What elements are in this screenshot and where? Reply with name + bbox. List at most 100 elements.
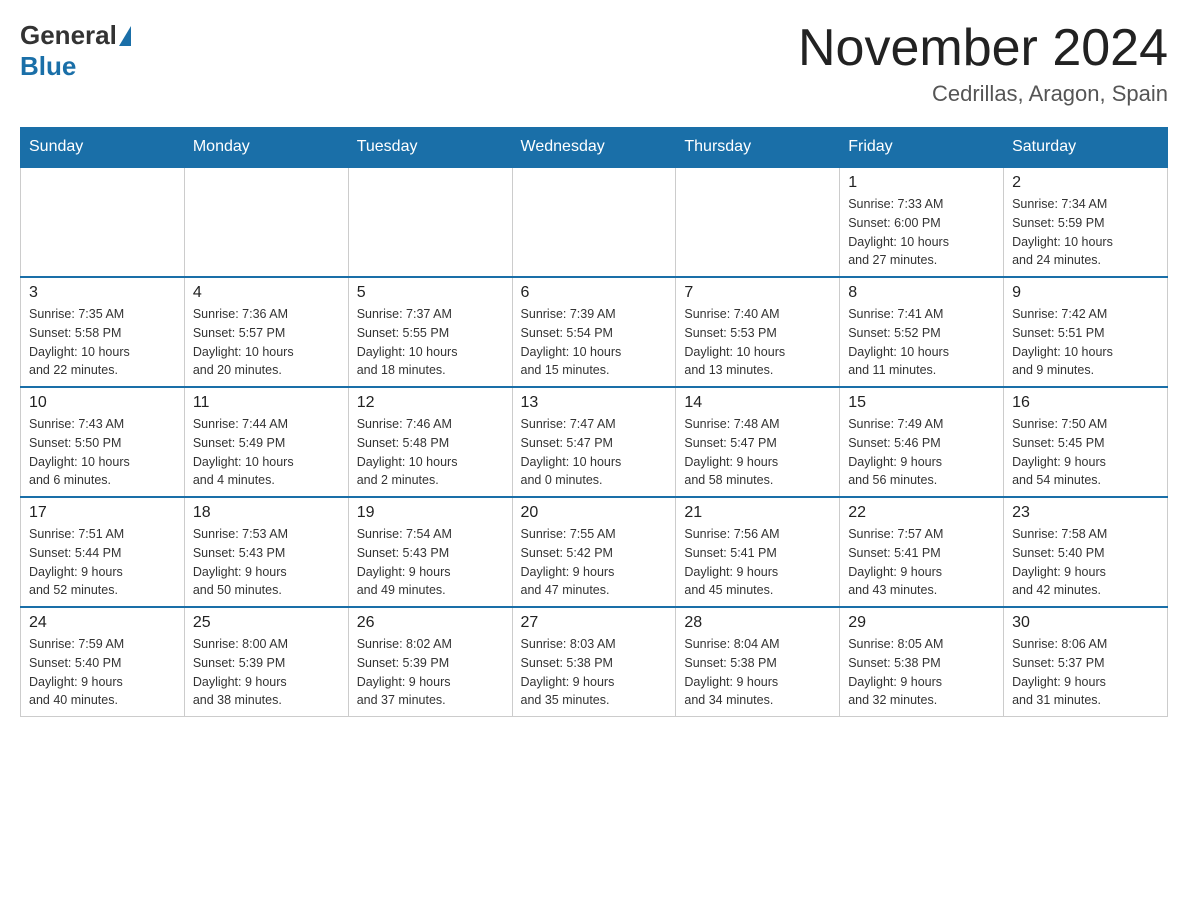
page-header: General Blue November 2024 Cedrillas, Ar… — [20, 20, 1168, 107]
calendar-cell — [184, 167, 348, 277]
weekday-header-tuesday: Tuesday — [348, 128, 512, 168]
calendar-cell: 24Sunrise: 7:59 AMSunset: 5:40 PMDayligh… — [21, 607, 185, 717]
day-number: 7 — [684, 284, 831, 302]
calendar-cell: 18 Sunrise: 7:53 AMSunset: 5:43 PMDayligh… — [184, 497, 348, 607]
calendar-week-row: 10Sunrise: 7:43 AMSunset: 5:50 PMDayligh… — [21, 387, 1168, 497]
day-number: 19 — [357, 504, 504, 522]
calendar-week-row: 24Sunrise: 7:59 AMSunset: 5:40 PMDayligh… — [21, 607, 1168, 717]
day-number: 25 — [193, 614, 340, 632]
day-info: Sunrise: 7:33 AMSunset: 6:00 PMDaylight:… — [848, 195, 995, 270]
weekday-header-monday: Monday — [184, 128, 348, 168]
weekday-header-wednesday: Wednesday — [512, 128, 676, 168]
day-info: Sunrise: 7:57 AMSunset: 5:41 PMDaylight:… — [848, 525, 995, 600]
day-info: Sunrise: 7:42 AMSunset: 5:51 PMDaylight:… — [1012, 305, 1159, 380]
day-info: Sunrise: 7:49 AMSunset: 5:46 PMDaylight:… — [848, 415, 995, 490]
calendar-cell: 28 Sunrise: 8:04 AMSunset: 5:38 PMDayligh… — [676, 607, 840, 717]
day-number: 14 — [684, 394, 831, 412]
day-info: Sunrise: 7:36 AMSunset: 5:57 PMDaylight:… — [193, 305, 340, 380]
day-info: Sunrise: 7:50 AMSunset: 5:45 PMDaylight:… — [1012, 415, 1159, 490]
calendar-cell: 23 Sunrise: 7:58 AMSunset: 5:40 PMDayligh… — [1004, 497, 1168, 607]
calendar-week-row: 17 Sunrise: 7:51 AMSunset: 5:44 PMDayligh… — [21, 497, 1168, 607]
location-text: Cedrillas, Aragon, Spain — [798, 81, 1168, 107]
calendar-cell: 4 Sunrise: 7:36 AMSunset: 5:57 PMDaylight… — [184, 277, 348, 387]
weekday-header-thursday: Thursday — [676, 128, 840, 168]
calendar-cell: 22 Sunrise: 7:57 AMSunset: 5:41 PMDayligh… — [840, 497, 1004, 607]
logo-triangle-icon — [119, 26, 131, 46]
day-number: 12 — [357, 394, 504, 412]
calendar-cell: 30Sunrise: 8:06 AMSunset: 5:37 PMDayligh… — [1004, 607, 1168, 717]
day-info: Sunrise: 8:06 AMSunset: 5:37 PMDaylight:… — [1012, 635, 1159, 710]
day-number: 3 — [29, 284, 176, 302]
calendar-cell: 25Sunrise: 8:00 AMSunset: 5:39 PMDayligh… — [184, 607, 348, 717]
calendar-cell: 1 Sunrise: 7:33 AMSunset: 6:00 PMDaylight… — [840, 167, 1004, 277]
calendar-cell: 11 Sunrise: 7:44 AMSunset: 5:49 PMDayligh… — [184, 387, 348, 497]
day-number: 27 — [521, 614, 668, 632]
day-info: Sunrise: 7:41 AMSunset: 5:52 PMDaylight:… — [848, 305, 995, 380]
day-number: 16 — [1012, 394, 1159, 412]
calendar-cell — [512, 167, 676, 277]
day-number: 1 — [848, 174, 995, 192]
day-info: Sunrise: 7:40 AMSunset: 5:53 PMDaylight:… — [684, 305, 831, 380]
day-info: Sunrise: 7:46 AMSunset: 5:48 PMDaylight:… — [357, 415, 504, 490]
day-info: Sunrise: 7:35 AMSunset: 5:58 PMDaylight:… — [29, 305, 176, 380]
calendar-table: SundayMondayTuesdayWednesdayThursdayFrid… — [20, 127, 1168, 717]
month-title: November 2024 — [798, 20, 1168, 77]
calendar-cell: 17 Sunrise: 7:51 AMSunset: 5:44 PMDayligh… — [21, 497, 185, 607]
day-info: Sunrise: 7:56 AMSunset: 5:41 PMDaylight:… — [684, 525, 831, 600]
day-number: 18 — [193, 504, 340, 522]
title-block: November 2024 Cedrillas, Aragon, Spain — [798, 20, 1168, 107]
day-number: 13 — [521, 394, 668, 412]
day-number: 22 — [848, 504, 995, 522]
calendar-cell: 3 Sunrise: 7:35 AMSunset: 5:58 PMDaylight… — [21, 277, 185, 387]
day-number: 24 — [29, 614, 176, 632]
weekday-header-row: SundayMondayTuesdayWednesdayThursdayFrid… — [21, 128, 1168, 168]
calendar-cell: 15Sunrise: 7:49 AMSunset: 5:46 PMDayligh… — [840, 387, 1004, 497]
logo-blue-text: Blue — [20, 51, 76, 82]
calendar-cell — [676, 167, 840, 277]
day-number: 17 — [29, 504, 176, 522]
day-number: 28 — [684, 614, 831, 632]
calendar-body: 1 Sunrise: 7:33 AMSunset: 6:00 PMDaylight… — [21, 167, 1168, 717]
calendar-cell: 13Sunrise: 7:47 AMSunset: 5:47 PMDayligh… — [512, 387, 676, 497]
calendar-cell — [21, 167, 185, 277]
day-info: Sunrise: 7:37 AMSunset: 5:55 PMDaylight:… — [357, 305, 504, 380]
day-number: 9 — [1012, 284, 1159, 302]
calendar-header: SundayMondayTuesdayWednesdayThursdayFrid… — [21, 128, 1168, 168]
day-info: Sunrise: 7:39 AMSunset: 5:54 PMDaylight:… — [521, 305, 668, 380]
weekday-header-friday: Friday — [840, 128, 1004, 168]
day-info: Sunrise: 7:43 AMSunset: 5:50 PMDaylight:… — [29, 415, 176, 490]
calendar-cell: 16 Sunrise: 7:50 AMSunset: 5:45 PMDayligh… — [1004, 387, 1168, 497]
calendar-cell: 5Sunrise: 7:37 AMSunset: 5:55 PMDaylight… — [348, 277, 512, 387]
calendar-cell: 7 Sunrise: 7:40 AMSunset: 5:53 PMDaylight… — [676, 277, 840, 387]
calendar-cell: 21 Sunrise: 7:56 AMSunset: 5:41 PMDayligh… — [676, 497, 840, 607]
calendar-cell: 10Sunrise: 7:43 AMSunset: 5:50 PMDayligh… — [21, 387, 185, 497]
day-info: Sunrise: 8:03 AMSunset: 5:38 PMDaylight:… — [521, 635, 668, 710]
day-info: Sunrise: 7:53 AMSunset: 5:43 PMDaylight:… — [193, 525, 340, 600]
day-number: 20 — [521, 504, 668, 522]
day-info: Sunrise: 8:04 AMSunset: 5:38 PMDaylight:… — [684, 635, 831, 710]
calendar-cell: 2 Sunrise: 7:34 AMSunset: 5:59 PMDaylight… — [1004, 167, 1168, 277]
day-number: 23 — [1012, 504, 1159, 522]
day-number: 21 — [684, 504, 831, 522]
day-info: Sunrise: 8:05 AMSunset: 5:38 PMDaylight:… — [848, 635, 995, 710]
weekday-header-sunday: Sunday — [21, 128, 185, 168]
day-number: 2 — [1012, 174, 1159, 192]
day-info: Sunrise: 7:44 AMSunset: 5:49 PMDaylight:… — [193, 415, 340, 490]
day-number: 11 — [193, 394, 340, 412]
calendar-week-row: 3 Sunrise: 7:35 AMSunset: 5:58 PMDaylight… — [21, 277, 1168, 387]
day-info: Sunrise: 7:58 AMSunset: 5:40 PMDaylight:… — [1012, 525, 1159, 600]
day-number: 6 — [521, 284, 668, 302]
calendar-cell: 6 Sunrise: 7:39 AMSunset: 5:54 PMDaylight… — [512, 277, 676, 387]
calendar-week-row: 1 Sunrise: 7:33 AMSunset: 6:00 PMDaylight… — [21, 167, 1168, 277]
calendar-cell: 29Sunrise: 8:05 AMSunset: 5:38 PMDayligh… — [840, 607, 1004, 717]
calendar-cell: 20Sunrise: 7:55 AMSunset: 5:42 PMDayligh… — [512, 497, 676, 607]
calendar-cell: 27 Sunrise: 8:03 AMSunset: 5:38 PMDayligh… — [512, 607, 676, 717]
logo-general-text: General — [20, 20, 117, 51]
day-number: 4 — [193, 284, 340, 302]
logo: General Blue — [20, 20, 133, 82]
weekday-header-saturday: Saturday — [1004, 128, 1168, 168]
day-info: Sunrise: 7:51 AMSunset: 5:44 PMDaylight:… — [29, 525, 176, 600]
day-info: Sunrise: 7:34 AMSunset: 5:59 PMDaylight:… — [1012, 195, 1159, 270]
day-info: Sunrise: 8:02 AMSunset: 5:39 PMDaylight:… — [357, 635, 504, 710]
calendar-cell: 8Sunrise: 7:41 AMSunset: 5:52 PMDaylight… — [840, 277, 1004, 387]
